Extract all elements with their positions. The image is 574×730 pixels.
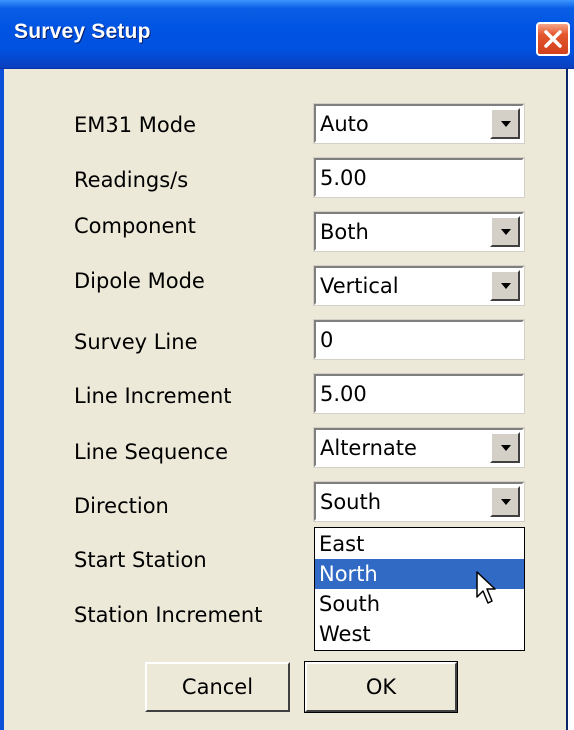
mouse-pointer-icon — [476, 571, 496, 604]
component-value: Both — [320, 220, 369, 244]
chevron-down-icon — [501, 121, 511, 127]
survey-line-input[interactable]: 0 — [313, 319, 525, 360]
close-button[interactable] — [536, 22, 570, 56]
option-west[interactable]: West — [315, 619, 524, 649]
survey-setup-dialog: Survey Setup EM31 Mode Readings/s Compon… — [0, 0, 574, 730]
direction-value: South — [320, 490, 382, 514]
label-direction: Direction — [74, 494, 169, 518]
close-icon — [544, 30, 562, 48]
label-station-increment: Station Increment — [74, 603, 263, 627]
line-sequence-select[interactable]: Alternate — [313, 427, 525, 468]
ok-button[interactable]: OK — [304, 661, 458, 713]
survey-line-value: 0 — [320, 328, 334, 352]
title-bar[interactable]: Survey Setup — [0, 0, 574, 69]
chevron-down-icon — [501, 229, 511, 235]
label-line-sequence: Line Sequence — [74, 440, 229, 464]
readings-per-second-value: 5.00 — [320, 166, 367, 190]
chevron-down-icon — [501, 283, 511, 289]
line-increment-value: 5.00 — [320, 382, 367, 406]
direction-dropdown-button[interactable] — [490, 486, 520, 517]
em31-mode-select[interactable]: Auto — [313, 103, 525, 144]
label-line-increment: Line Increment — [74, 384, 232, 408]
direction-select[interactable]: South — [313, 481, 525, 522]
label-component: Component — [74, 214, 196, 238]
line-sequence-dropdown-button[interactable] — [490, 432, 520, 463]
cancel-button[interactable]: Cancel — [145, 662, 290, 712]
window-border — [0, 69, 4, 730]
label-dipole-mode: Dipole Mode — [74, 269, 205, 293]
label-start-station: Start Station — [74, 548, 207, 572]
label-survey-line: Survey Line — [74, 330, 198, 354]
dialog-title: Survey Setup — [14, 20, 151, 43]
chevron-down-icon — [501, 499, 511, 505]
label-em31-mode: EM31 Mode — [74, 113, 197, 137]
component-select[interactable]: Both — [313, 211, 525, 252]
dipole-mode-select[interactable]: Vertical — [313, 265, 525, 306]
label-readings-per-second: Readings/s — [74, 168, 189, 192]
dipole-mode-value: Vertical — [320, 274, 399, 298]
readings-per-second-input[interactable]: 5.00 — [313, 157, 525, 198]
line-increment-input[interactable]: 5.00 — [313, 373, 525, 414]
em31-mode-value: Auto — [320, 112, 369, 136]
component-dropdown-button[interactable] — [490, 216, 520, 247]
em31-mode-dropdown-button[interactable] — [490, 108, 520, 139]
chevron-down-icon — [501, 445, 511, 451]
line-sequence-value: Alternate — [320, 436, 417, 460]
option-east[interactable]: East — [315, 529, 524, 559]
dipole-mode-dropdown-button[interactable] — [490, 270, 520, 301]
